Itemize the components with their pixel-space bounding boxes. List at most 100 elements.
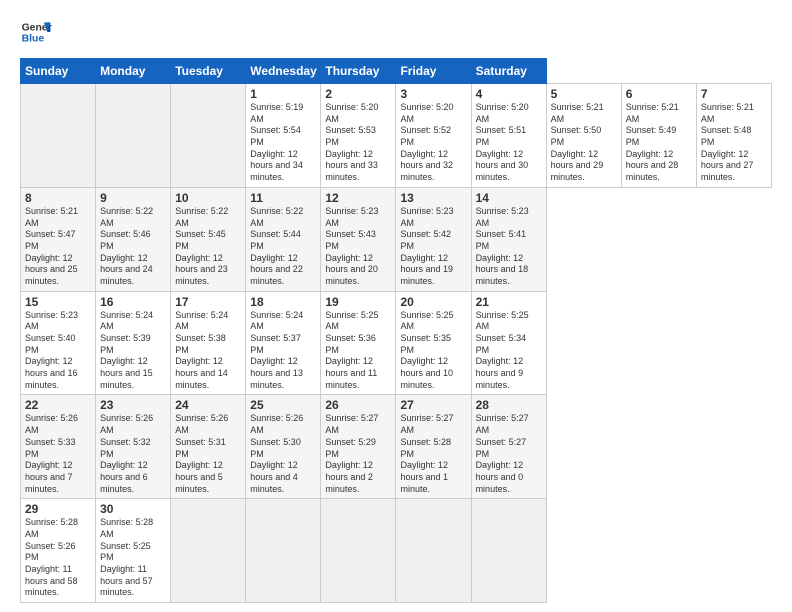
day-info: Sunrise: 5:23 AMSunset: 5:40 PMDaylight:… — [25, 310, 91, 392]
day-info: Sunrise: 5:21 AMSunset: 5:48 PMDaylight:… — [701, 102, 767, 184]
day-info: Sunrise: 5:22 AMSunset: 5:46 PMDaylight:… — [100, 206, 166, 288]
day-info: Sunrise: 5:22 AMSunset: 5:44 PMDaylight:… — [250, 206, 316, 288]
day-info: Sunrise: 5:28 AMSunset: 5:25 PMDaylight:… — [100, 517, 166, 599]
calendar-cell: 19Sunrise: 5:25 AMSunset: 5:36 PMDayligh… — [321, 291, 396, 395]
day-number: 16 — [100, 295, 166, 309]
day-info: Sunrise: 5:26 AMSunset: 5:30 PMDaylight:… — [250, 413, 316, 495]
calendar-cell: 8Sunrise: 5:21 AMSunset: 5:47 PMDaylight… — [21, 187, 96, 291]
day-number: 23 — [100, 398, 166, 412]
logo-icon: General Blue — [20, 16, 52, 48]
calendar-cell — [171, 499, 246, 603]
calendar-cell: 29Sunrise: 5:28 AMSunset: 5:26 PMDayligh… — [21, 499, 96, 603]
weekday-monday: Monday — [96, 59, 171, 84]
weekday-tuesday: Tuesday — [171, 59, 246, 84]
day-info: Sunrise: 5:26 AMSunset: 5:33 PMDaylight:… — [25, 413, 91, 495]
calendar-cell: 28Sunrise: 5:27 AMSunset: 5:27 PMDayligh… — [471, 395, 546, 499]
calendar-cell — [471, 499, 546, 603]
calendar-cell: 23Sunrise: 5:26 AMSunset: 5:32 PMDayligh… — [96, 395, 171, 499]
day-number: 26 — [325, 398, 391, 412]
day-number: 25 — [250, 398, 316, 412]
day-number: 17 — [175, 295, 241, 309]
day-info: Sunrise: 5:25 AMSunset: 5:36 PMDaylight:… — [325, 310, 391, 392]
day-info: Sunrise: 5:21 AMSunset: 5:47 PMDaylight:… — [25, 206, 91, 288]
day-info: Sunrise: 5:22 AMSunset: 5:45 PMDaylight:… — [175, 206, 241, 288]
day-info: Sunrise: 5:26 AMSunset: 5:32 PMDaylight:… — [100, 413, 166, 495]
svg-text:Blue: Blue — [22, 34, 45, 45]
day-number: 2 — [325, 87, 391, 101]
calendar-cell: 13Sunrise: 5:23 AMSunset: 5:42 PMDayligh… — [396, 187, 471, 291]
day-number: 14 — [476, 191, 542, 205]
day-number: 19 — [325, 295, 391, 309]
calendar-cell: 17Sunrise: 5:24 AMSunset: 5:38 PMDayligh… — [171, 291, 246, 395]
day-info: Sunrise: 5:28 AMSunset: 5:26 PMDaylight:… — [25, 517, 91, 599]
day-info: Sunrise: 5:20 AMSunset: 5:52 PMDaylight:… — [400, 102, 466, 184]
calendar-cell: 25Sunrise: 5:26 AMSunset: 5:30 PMDayligh… — [246, 395, 321, 499]
calendar-cell: 21Sunrise: 5:25 AMSunset: 5:34 PMDayligh… — [471, 291, 546, 395]
calendar-cell: 9Sunrise: 5:22 AMSunset: 5:46 PMDaylight… — [96, 187, 171, 291]
day-info: Sunrise: 5:21 AMSunset: 5:50 PMDaylight:… — [551, 102, 617, 184]
day-number: 11 — [250, 191, 316, 205]
weekday-friday: Friday — [396, 59, 471, 84]
calendar-cell: 12Sunrise: 5:23 AMSunset: 5:43 PMDayligh… — [321, 187, 396, 291]
day-info: Sunrise: 5:23 AMSunset: 5:42 PMDaylight:… — [400, 206, 466, 288]
day-info: Sunrise: 5:26 AMSunset: 5:31 PMDaylight:… — [175, 413, 241, 495]
day-number: 6 — [626, 87, 692, 101]
logo: General Blue — [20, 16, 52, 48]
page: General Blue SundayMondayTuesdayWednesda… — [0, 0, 792, 612]
day-info: Sunrise: 5:19 AMSunset: 5:54 PMDaylight:… — [250, 102, 316, 184]
day-number: 12 — [325, 191, 391, 205]
calendar-cell: 22Sunrise: 5:26 AMSunset: 5:33 PMDayligh… — [21, 395, 96, 499]
calendar-cell: 20Sunrise: 5:25 AMSunset: 5:35 PMDayligh… — [396, 291, 471, 395]
weekday-saturday: Saturday — [471, 59, 546, 84]
calendar-cell — [321, 499, 396, 603]
calendar-cell: 27Sunrise: 5:27 AMSunset: 5:28 PMDayligh… — [396, 395, 471, 499]
calendar-cell: 4Sunrise: 5:20 AMSunset: 5:51 PMDaylight… — [471, 84, 546, 188]
calendar-cell: 18Sunrise: 5:24 AMSunset: 5:37 PMDayligh… — [246, 291, 321, 395]
day-number: 8 — [25, 191, 91, 205]
calendar-cell: 5Sunrise: 5:21 AMSunset: 5:50 PMDaylight… — [546, 84, 621, 188]
calendar-cell — [246, 499, 321, 603]
day-number: 7 — [701, 87, 767, 101]
calendar-cell: 16Sunrise: 5:24 AMSunset: 5:39 PMDayligh… — [96, 291, 171, 395]
day-info: Sunrise: 5:23 AMSunset: 5:43 PMDaylight:… — [325, 206, 391, 288]
calendar-cell — [171, 84, 246, 188]
day-info: Sunrise: 5:20 AMSunset: 5:53 PMDaylight:… — [325, 102, 391, 184]
day-number: 5 — [551, 87, 617, 101]
day-number: 22 — [25, 398, 91, 412]
day-number: 29 — [25, 502, 91, 516]
calendar-cell: 30Sunrise: 5:28 AMSunset: 5:25 PMDayligh… — [96, 499, 171, 603]
calendar-cell: 7Sunrise: 5:21 AMSunset: 5:48 PMDaylight… — [696, 84, 771, 188]
day-info: Sunrise: 5:24 AMSunset: 5:37 PMDaylight:… — [250, 310, 316, 392]
day-number: 20 — [400, 295, 466, 309]
day-number: 4 — [476, 87, 542, 101]
day-info: Sunrise: 5:24 AMSunset: 5:39 PMDaylight:… — [100, 310, 166, 392]
calendar-cell: 1Sunrise: 5:19 AMSunset: 5:54 PMDaylight… — [246, 84, 321, 188]
header: General Blue — [20, 16, 772, 48]
weekday-thursday: Thursday — [321, 59, 396, 84]
day-info: Sunrise: 5:24 AMSunset: 5:38 PMDaylight:… — [175, 310, 241, 392]
day-info: Sunrise: 5:20 AMSunset: 5:51 PMDaylight:… — [476, 102, 542, 184]
weekday-wednesday: Wednesday — [246, 59, 321, 84]
day-info: Sunrise: 5:25 AMSunset: 5:34 PMDaylight:… — [476, 310, 542, 392]
day-number: 13 — [400, 191, 466, 205]
calendar-cell — [396, 499, 471, 603]
day-info: Sunrise: 5:27 AMSunset: 5:27 PMDaylight:… — [476, 413, 542, 495]
day-number: 27 — [400, 398, 466, 412]
calendar-cell: 26Sunrise: 5:27 AMSunset: 5:29 PMDayligh… — [321, 395, 396, 499]
calendar-cell: 11Sunrise: 5:22 AMSunset: 5:44 PMDayligh… — [246, 187, 321, 291]
day-info: Sunrise: 5:23 AMSunset: 5:41 PMDaylight:… — [476, 206, 542, 288]
calendar-cell: 24Sunrise: 5:26 AMSunset: 5:31 PMDayligh… — [171, 395, 246, 499]
day-number: 1 — [250, 87, 316, 101]
calendar-cell — [21, 84, 96, 188]
calendar-cell: 14Sunrise: 5:23 AMSunset: 5:41 PMDayligh… — [471, 187, 546, 291]
day-number: 15 — [25, 295, 91, 309]
calendar-cell: 10Sunrise: 5:22 AMSunset: 5:45 PMDayligh… — [171, 187, 246, 291]
calendar-cell: 2Sunrise: 5:20 AMSunset: 5:53 PMDaylight… — [321, 84, 396, 188]
day-number: 21 — [476, 295, 542, 309]
day-number: 10 — [175, 191, 241, 205]
day-info: Sunrise: 5:27 AMSunset: 5:29 PMDaylight:… — [325, 413, 391, 495]
weekday-sunday: Sunday — [21, 59, 96, 84]
day-number: 3 — [400, 87, 466, 101]
calendar-cell — [96, 84, 171, 188]
day-number: 28 — [476, 398, 542, 412]
